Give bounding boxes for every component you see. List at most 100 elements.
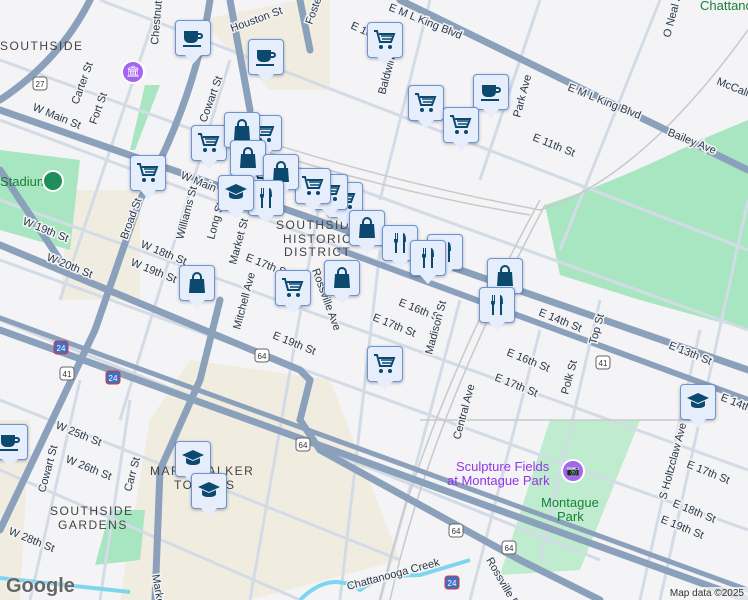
cart-marker[interactable]	[367, 22, 403, 66]
bag-icon	[234, 119, 250, 140]
shield-number: 64	[452, 527, 461, 536]
school-marker[interactable]	[218, 175, 254, 219]
fork-icon	[490, 295, 503, 315]
us-route-shield: 41	[595, 355, 611, 370]
neighborhood-label: DISTRICT	[284, 245, 351, 259]
map-attribution[interactable]: Map data ©2025	[665, 587, 748, 600]
poi-label: Sculpture Fields	[456, 459, 550, 474]
coffee-icon	[481, 85, 501, 101]
coffee-marker[interactable]	[248, 39, 284, 83]
street-label: Mitchell Ave	[231, 271, 258, 331]
school-icon	[182, 450, 204, 465]
stadium-pin[interactable]	[42, 170, 64, 192]
us-route-shield: 64	[448, 523, 464, 538]
fork-icon	[259, 188, 272, 208]
shield-number: 41	[63, 370, 72, 379]
interstate-shield: 24	[444, 575, 460, 590]
us-route-shield: 64	[295, 437, 311, 452]
coffee-icon	[183, 31, 203, 47]
cart-icon	[374, 30, 396, 49]
school-marker[interactable]	[680, 384, 716, 428]
bag-icon	[359, 217, 375, 238]
cart-marker[interactable]	[130, 155, 166, 199]
cart-icon	[374, 354, 396, 373]
bag-marker[interactable]	[324, 260, 360, 304]
street-label: W 25th St	[54, 420, 103, 449]
us-route-shield: 41	[59, 366, 75, 381]
school-icon	[225, 184, 247, 199]
school-icon	[198, 482, 220, 497]
park-label: Montague	[541, 495, 599, 510]
street-label: E 13th St	[667, 340, 713, 368]
us-route-shield: 64	[501, 540, 517, 555]
cart-marker[interactable]	[275, 270, 311, 314]
coffee-marker[interactable]	[175, 20, 211, 64]
cart-marker[interactable]	[408, 85, 444, 129]
street-label: Carter St	[70, 61, 96, 106]
fork-marker[interactable]	[479, 287, 515, 331]
interstate-shield: 24	[105, 370, 121, 385]
cart-marker[interactable]	[295, 168, 331, 212]
bag-marker[interactable]	[349, 210, 385, 254]
street-label: Polk St	[559, 359, 580, 396]
stadium-label: Stadium	[0, 174, 48, 189]
cart-marker[interactable]	[367, 346, 403, 390]
shield-number: 27	[36, 80, 45, 89]
coffee-icon	[0, 435, 20, 451]
bag-icon	[240, 147, 256, 168]
camera-icon: 📷	[566, 465, 580, 477]
school-marker[interactable]	[191, 473, 227, 517]
bag-icon	[334, 267, 350, 288]
cart-icon	[282, 278, 304, 297]
us-route-shield: 64	[254, 348, 270, 363]
poi-label: at Montague Park	[447, 473, 550, 488]
map-canvas[interactable]: Chestnut StHouston StFoster StE 10th StE…	[0, 0, 748, 600]
sculpture-fields-pin[interactable]: 📷	[561, 459, 585, 483]
shield-number: 64	[299, 441, 308, 450]
neighborhood-label: Chattanooga	[700, 0, 748, 13]
shield-number: 24	[109, 374, 118, 383]
neighborhood-label: SOUTHSIDE	[50, 504, 134, 518]
street-label: E 17th St	[493, 372, 539, 400]
shield-number: 41	[599, 359, 608, 368]
cart-marker[interactable]	[443, 107, 479, 151]
street-label: O Neal St	[661, 0, 685, 39]
cart-marker[interactable]	[191, 125, 227, 169]
fork-icon	[421, 248, 434, 268]
park-label: Park	[557, 509, 584, 524]
school-icon	[687, 393, 709, 408]
street-label: E 11th St	[531, 132, 577, 160]
google-logo[interactable]: Google	[6, 575, 75, 598]
interstate-shield: 24	[53, 340, 69, 355]
shield-number: 24	[448, 579, 457, 588]
coffee-marker[interactable]	[0, 424, 28, 468]
cart-icon	[415, 93, 437, 112]
cart-icon	[450, 115, 472, 134]
street-label: Williams St	[174, 185, 200, 241]
bag-icon	[497, 265, 513, 286]
bag-icon	[189, 272, 205, 293]
school-marker[interactable]	[175, 441, 211, 485]
street-label: McCallie Ave	[715, 76, 748, 111]
shield-number: 64	[505, 544, 514, 553]
cart-icon	[302, 176, 324, 195]
neighborhood-label: HISTORIC	[283, 232, 352, 246]
bag-marker[interactable]	[179, 265, 215, 309]
shield-number: 24	[57, 344, 66, 353]
street-label: Cowart St	[198, 75, 226, 124]
coffee-icon	[256, 50, 276, 66]
us-route-shield: 27	[32, 76, 48, 91]
bag-marker[interactable]	[230, 140, 266, 184]
museum-pin[interactable]: 🏛	[121, 60, 145, 84]
fork-marker[interactable]	[410, 240, 446, 284]
museum-icon: 🏛	[126, 66, 140, 78]
shield-number: 64	[258, 352, 267, 361]
coffee-marker[interactable]	[473, 74, 509, 118]
neighborhood-label: SOUTHSIDE	[0, 39, 84, 53]
cart-icon	[137, 163, 159, 182]
street-label: Chestnut St	[149, 0, 166, 45]
street-label: E M L King Blvd	[566, 82, 643, 122]
neighborhood-label: GARDENS	[58, 518, 128, 532]
cart-icon	[198, 133, 220, 152]
fork-icon	[393, 233, 406, 253]
